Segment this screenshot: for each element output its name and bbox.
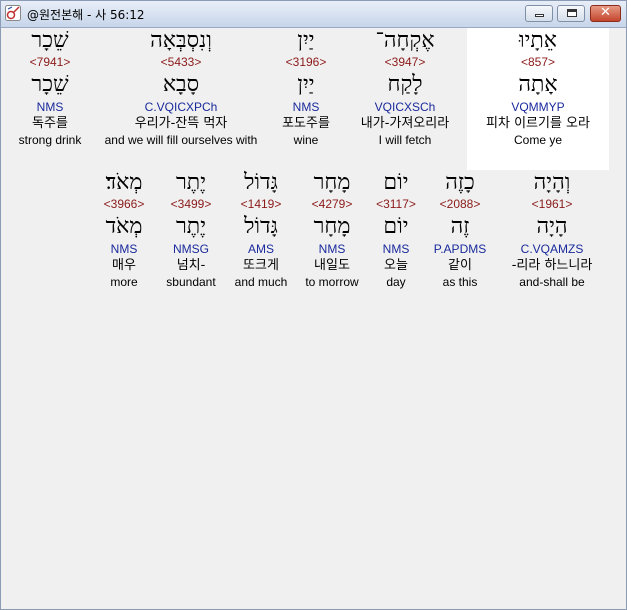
hebrew-word: אֵתָיוּ <box>518 28 558 53</box>
strong-number[interactable]: <4279> <box>297 196 367 212</box>
app-logo-icon <box>5 5 21 21</box>
strong-number[interactable]: <1961> <box>492 196 612 212</box>
hebrew-word: וְהָיָה <box>533 170 571 195</box>
strong-number[interactable]: <3966> <box>92 196 156 212</box>
strong-number[interactable]: <5433> <box>91 54 271 70</box>
word-column[interactable]: יֶתֶר <3499> יֶתֶר NMSG 넘치- sbundant <box>156 170 226 289</box>
word-column[interactable]: אֵתָיוּ <857> אָתָה VQMMYP 피차 이르기를 오라 Co… <box>467 28 609 170</box>
window-title: @원전본해 - 사 56:12 <box>27 8 145 22</box>
hebrew-word: יוֹם <box>383 170 409 195</box>
korean-gloss: 오늘 <box>384 258 408 273</box>
interlinear-panel: אֵתָיוּ <857> אָתָה VQMMYP 피차 이르기를 오라 Co… <box>2 28 625 608</box>
english-gloss: more <box>110 275 138 289</box>
morphology-code: NMSG <box>173 242 209 256</box>
english-gloss: day <box>386 275 406 289</box>
korean-gloss: 같이 <box>448 258 472 273</box>
korean-gloss: 독주를 <box>32 116 68 131</box>
word-column[interactable]: יוֹם <3117> יוֹם NMS 오늘 day <box>366 170 426 289</box>
hebrew-lemma: סָבָא <box>162 72 200 97</box>
hebrew-lemma: גָּדוֹל <box>244 214 278 239</box>
close-icon: ✕ <box>600 5 611 20</box>
english-gloss: strong drink <box>18 133 82 147</box>
korean-gloss: -리라 하느니라 <box>511 258 593 273</box>
hebrew-lemma: אָתָה <box>518 72 558 97</box>
minimize-button[interactable] <box>525 5 553 22</box>
morphology-code: VQMMYP <box>511 100 565 114</box>
english-gloss: as this <box>442 275 478 289</box>
korean-gloss: 내일도 <box>314 258 350 273</box>
morphology-code: P.APDMS <box>433 242 487 256</box>
strong-number[interactable]: <3499> <box>156 196 226 212</box>
word-column[interactable]: גָּדוֹל <1419> גָּדוֹל AMS 또크게 and much <box>226 170 296 289</box>
hebrew-lemma: זֶה <box>450 214 470 239</box>
hebrew-word: שֵׁכָר <box>31 28 69 53</box>
hebrew-word: מָחָר <box>313 170 351 195</box>
english-gloss: to morrow <box>305 275 359 289</box>
hebrew-lemma: הָיָה <box>536 214 568 239</box>
hebrew-lemma: מָחָר <box>313 214 351 239</box>
morphology-code: C.VQICXPCh <box>144 100 218 114</box>
strong-number[interactable]: <7941> <box>5 54 95 70</box>
strong-number[interactable]: <3117> <box>366 196 426 212</box>
maximize-icon <box>567 9 577 17</box>
hebrew-lemma: שֵׁכָר <box>31 72 69 97</box>
korean-gloss: 또크게 <box>243 258 279 273</box>
korean-gloss: 매우 <box>112 258 136 273</box>
word-column[interactable]: מְאֹד׃ <3966> מְאֹד NMS 매우 more <box>92 170 156 289</box>
morphology-code: NMS <box>110 242 138 256</box>
hebrew-word: כָזֶה <box>445 170 475 195</box>
title-bar[interactable]: @원전본해 - 사 56:12 ✕ <box>1 1 626 28</box>
maximize-button[interactable] <box>557 5 585 22</box>
korean-gloss: 우리가-잔뜩 먹자 <box>134 116 228 131</box>
hebrew-word: יֶתֶר <box>176 170 206 195</box>
morphology-code: C.VQAMZS <box>520 242 584 256</box>
strong-number[interactable]: <857> <box>467 54 609 70</box>
app-window: @원전본해 - 사 56:12 ✕ אֵתָיוּ <857> אָתָה VQ… <box>0 0 627 610</box>
morphology-code: NMS <box>318 242 346 256</box>
strong-number[interactable]: <1419> <box>226 196 296 212</box>
close-button[interactable]: ✕ <box>590 5 621 22</box>
hebrew-word: וְנִסְבְּאָה <box>150 28 212 53</box>
hebrew-lemma: יֶתֶר <box>176 214 206 239</box>
word-column[interactable]: מָחָר <4279> מָחָר NMS 내일도 to morrow <box>297 170 367 289</box>
morphology-code: NMS <box>382 242 410 256</box>
hebrew-lemma: יוֹם <box>383 214 409 239</box>
korean-gloss: 피차 이르기를 오라 <box>486 116 590 131</box>
hebrew-word: מְאֹד׃ <box>105 170 143 195</box>
english-gloss: sbundant <box>166 275 216 289</box>
minimize-icon <box>535 14 544 17</box>
hebrew-word: גָּדוֹל <box>244 170 278 195</box>
english-gloss: Come ye <box>513 133 563 147</box>
morphology-code: AMS <box>247 242 274 256</box>
strong-number[interactable]: <2088> <box>420 196 500 212</box>
english-gloss: and much <box>234 275 288 289</box>
hebrew-lemma: מְאֹד <box>105 214 143 239</box>
word-column[interactable]: שֵׁכָר <7941> שֵׁכָר NMS 독주를 strong drin… <box>5 28 95 147</box>
korean-gloss: 넘치- <box>176 258 206 273</box>
word-column[interactable]: וְנִסְבְּאָה <5433> סָבָא C.VQICXPCh 우리가… <box>91 28 271 147</box>
english-gloss: and-shall be <box>519 275 585 289</box>
english-gloss: and we will fill ourselves with <box>104 133 258 147</box>
morphology-code: NMS <box>36 100 64 114</box>
word-column[interactable]: כָזֶה <2088> זֶה P.APDMS 같이 as this <box>420 170 500 289</box>
word-column[interactable]: וְהָיָה <1961> הָיָה C.VQAMZS -리라 하느니라 a… <box>492 170 612 289</box>
